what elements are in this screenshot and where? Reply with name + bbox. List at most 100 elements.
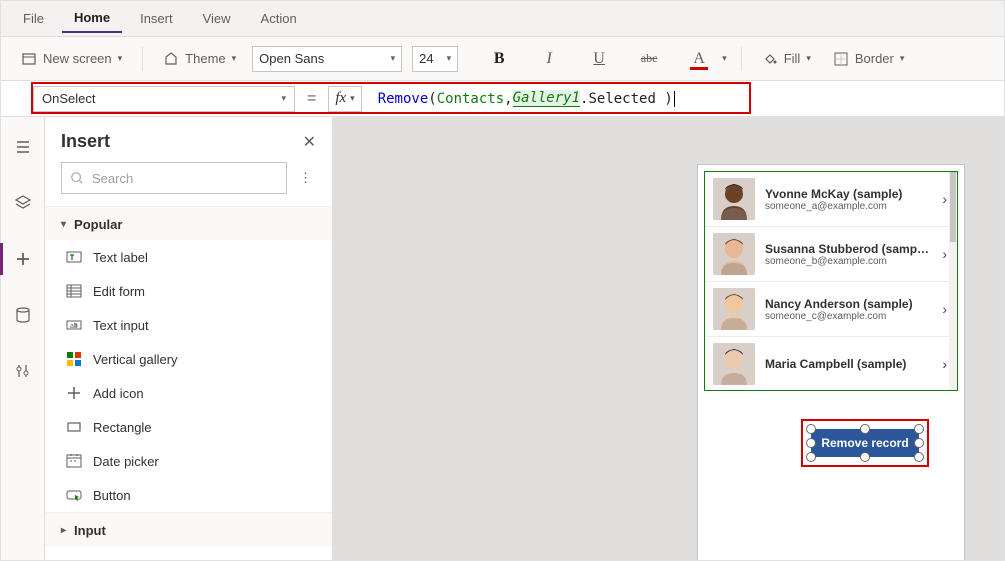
svg-text:ab: ab: [70, 323, 78, 330]
scrollbar[interactable]: [949, 172, 957, 390]
category-input[interactable]: ▸ Input: [45, 512, 332, 546]
insert-item[interactable]: Text label: [45, 240, 332, 274]
resize-handle[interactable]: [914, 424, 924, 434]
theme-label: Theme: [185, 51, 225, 66]
resize-handle[interactable]: [806, 452, 816, 462]
rail-data[interactable]: [5, 297, 41, 333]
font-family-value: Open Sans: [259, 51, 324, 66]
property-select[interactable]: OnSelect ▾: [33, 86, 295, 112]
chevron-down-icon: ▾: [350, 93, 355, 104]
insert-item[interactable]: Edit form: [45, 274, 332, 308]
gallery-control[interactable]: Yvonne McKay (sample)someone_a@example.c…: [704, 171, 958, 391]
selected-button-wrap: Remove record: [811, 429, 919, 457]
rail-tree-view[interactable]: [5, 129, 41, 165]
remove-record-button[interactable]: Remove record: [811, 429, 919, 457]
search-placeholder: Search: [92, 171, 133, 186]
fill-icon: [762, 51, 778, 67]
text-label-icon: [65, 248, 83, 266]
new-screen-button[interactable]: New screen ▾: [15, 47, 128, 71]
insert-item-label: Add icon: [93, 386, 144, 401]
menu-bar: File Home Insert View Action: [1, 1, 1004, 37]
button-label: Remove record: [821, 436, 908, 450]
insert-item[interactable]: Rectangle: [45, 410, 332, 444]
insert-item[interactable]: Add icon: [45, 376, 332, 410]
separator: [741, 47, 742, 71]
resize-handle[interactable]: [860, 424, 870, 434]
chevron-right-icon[interactable]: ›: [940, 356, 949, 372]
insert-item[interactable]: Vertical gallery: [45, 342, 332, 376]
resize-handle[interactable]: [914, 452, 924, 462]
insert-item[interactable]: Button: [45, 478, 332, 512]
ribbon: New screen ▾ Theme ▾ Open Sans ▾ 24 ▾ B …: [1, 37, 1004, 81]
resize-handle[interactable]: [806, 424, 816, 434]
category-label: Input: [74, 523, 106, 538]
rail-tools[interactable]: [5, 353, 41, 389]
bold-button[interactable]: B: [486, 46, 512, 72]
resize-handle[interactable]: [860, 452, 870, 462]
menu-tab-home[interactable]: Home: [62, 4, 122, 33]
chevron-right-icon[interactable]: ›: [940, 301, 949, 317]
avatar: [713, 233, 755, 275]
formula-bar: OnSelect ▾ = fx ▾ Remove( Contacts, Gall…: [1, 81, 1004, 117]
insert-item[interactable]: Date picker: [45, 444, 332, 478]
gallery-row[interactable]: Susanna Stubberod (sample)someone_b@exam…: [705, 227, 957, 282]
menu-tab-insert[interactable]: Insert: [128, 5, 185, 32]
fx-button[interactable]: fx ▾: [328, 86, 361, 112]
font-size-select[interactable]: 24 ▾: [412, 46, 458, 72]
fill-button[interactable]: Fill ▾: [756, 47, 817, 71]
contact-name: Maria Campbell (sample): [765, 357, 930, 371]
canvas[interactable]: Yvonne McKay (sample)someone_a@example.c…: [333, 117, 1004, 560]
chevron-right-icon[interactable]: ›: [940, 246, 949, 262]
more-options-button[interactable]: ⋮: [295, 170, 316, 186]
tree-icon: [14, 138, 32, 156]
formula-token-gallery: Gallery1: [513, 90, 580, 107]
gallery-row[interactable]: Nancy Anderson (sample)someone_c@example…: [705, 282, 957, 337]
new-screen-label: New screen: [43, 51, 112, 66]
chevron-down-icon: ▾: [232, 53, 237, 64]
main-area: Insert ✕ Search ⋮ ▾ Popular Text label Ed…: [1, 117, 1004, 560]
scrollbar-thumb[interactable]: [950, 172, 956, 242]
chevron-down-icon: ▾: [900, 53, 905, 64]
menu-tab-view[interactable]: View: [191, 5, 243, 32]
chevron-down-icon: ▾: [118, 53, 123, 64]
resize-handle[interactable]: [914, 438, 924, 448]
contact-email: someone_b@example.com: [765, 256, 930, 267]
chevron-down-icon: ▾: [447, 53, 452, 64]
new-screen-icon: [21, 51, 37, 67]
insert-search-row: Search ⋮: [45, 162, 332, 206]
font-family-select[interactable]: Open Sans ▾: [252, 46, 402, 72]
theme-button[interactable]: Theme ▾: [157, 47, 242, 71]
close-icon[interactable]: ✕: [303, 132, 316, 152]
avatar: [713, 343, 755, 385]
gallery-row[interactable]: Maria Campbell (sample) ›: [705, 337, 957, 391]
fx-label: fx: [335, 90, 346, 107]
insert-item-label: Text label: [93, 250, 148, 265]
formula-input[interactable]: Remove( Contacts, Gallery1.Selected ): [370, 86, 990, 112]
equals-sign: =: [303, 90, 320, 108]
menu-tab-action[interactable]: Action: [249, 5, 309, 32]
left-rail: [1, 117, 45, 560]
edit-form-icon: [65, 282, 83, 300]
underline-button[interactable]: U: [586, 46, 612, 72]
menu-tab-file[interactable]: File: [11, 5, 56, 32]
italic-button[interactable]: I: [536, 46, 562, 72]
font-color-button[interactable]: A: [686, 46, 712, 72]
border-button[interactable]: Border ▾: [827, 47, 911, 71]
insert-item[interactable]: abText input: [45, 308, 332, 342]
insert-panel-header: Insert ✕: [45, 117, 332, 162]
rail-insert[interactable]: [5, 241, 41, 277]
search-input[interactable]: Search: [61, 162, 287, 194]
fill-label: Fill: [784, 51, 801, 66]
resize-handle[interactable]: [806, 438, 816, 448]
date-picker-icon: [65, 452, 83, 470]
chevron-down-icon: ▾: [806, 53, 811, 64]
contact-email: someone_a@example.com: [765, 201, 930, 212]
gallery-row[interactable]: Yvonne McKay (sample)someone_a@example.c…: [705, 172, 957, 227]
border-label: Border: [855, 51, 894, 66]
insert-item-label: Date picker: [93, 454, 159, 469]
chevron-right-icon[interactable]: ›: [940, 191, 949, 207]
category-popular[interactable]: ▾ Popular: [45, 206, 332, 240]
strikethrough-button[interactable]: abc: [636, 46, 662, 72]
rail-layers[interactable]: [5, 185, 41, 221]
formula-token-function: Remove: [378, 91, 429, 107]
